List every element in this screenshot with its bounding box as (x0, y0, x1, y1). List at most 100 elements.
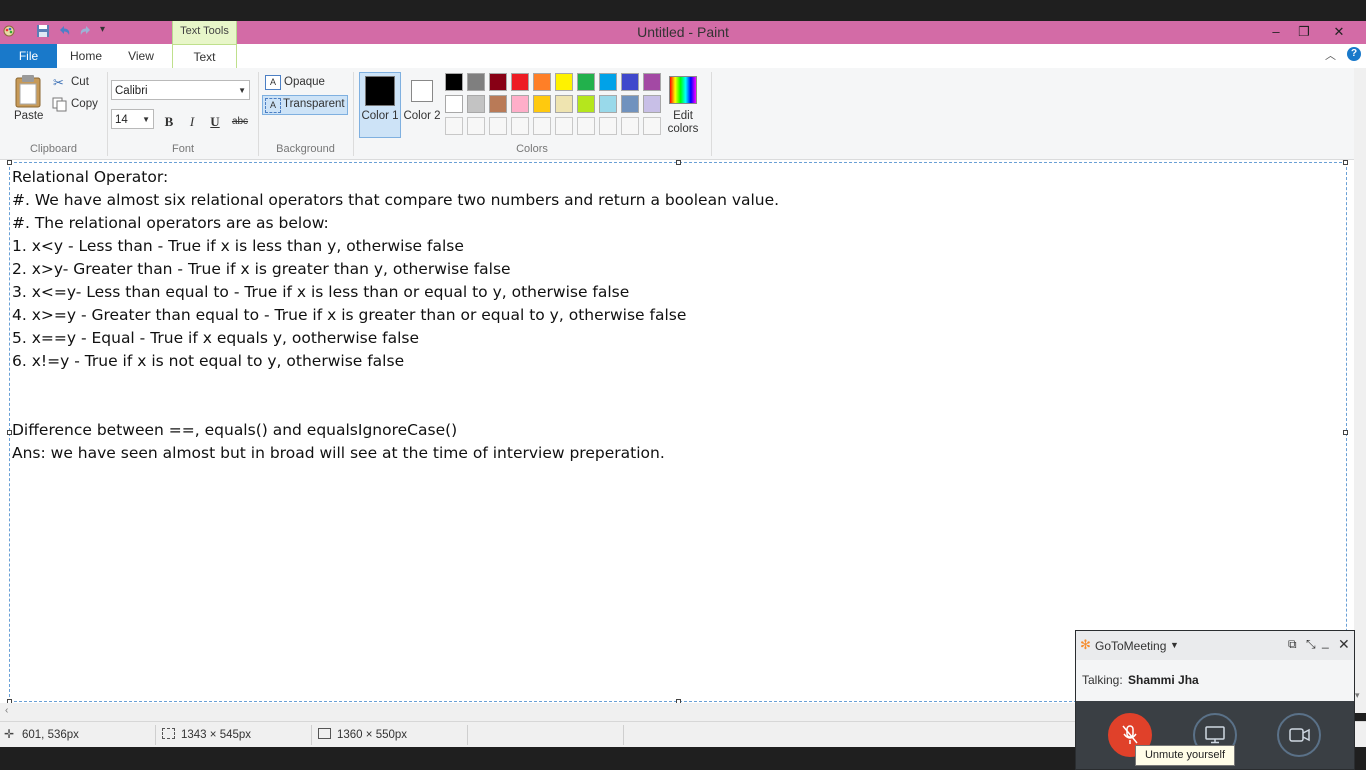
transparent-label: Transparent (283, 98, 345, 110)
close-icon[interactable]: ✕ (1325, 21, 1353, 44)
canvas-text-line[interactable]: #. The relational operators are as below… (12, 212, 779, 235)
palette-color-swatch[interactable] (467, 95, 485, 113)
custom-color-slot[interactable] (577, 117, 595, 135)
cut-icon[interactable]: ✂ (53, 75, 64, 91)
custom-color-slot[interactable] (445, 117, 463, 135)
scroll-left-icon[interactable]: ‹ (5, 705, 8, 716)
resize-handle[interactable] (1343, 160, 1348, 165)
bold-button[interactable]: B (160, 113, 178, 131)
canvas-text-line[interactable]: 2. x>y- Greater than - True if x is grea… (12, 258, 779, 281)
palette-color-swatch[interactable] (533, 73, 551, 91)
tab-file[interactable]: File (0, 44, 57, 68)
divider (711, 72, 712, 156)
paste-icon[interactable] (13, 74, 43, 108)
palette-color-swatch[interactable] (489, 95, 507, 113)
font-family-value: Calibri (115, 85, 148, 97)
canvas-text-line[interactable] (12, 373, 779, 396)
custom-color-slot[interactable] (489, 117, 507, 135)
popout-icon[interactable]: ⧉ (1288, 637, 1297, 652)
palette-color-swatch[interactable] (445, 95, 463, 113)
tab-text[interactable]: Text (172, 44, 237, 70)
resize-handle[interactable] (676, 160, 681, 165)
canvas-text-line[interactable]: Ans: we have seen almost but in broad wi… (12, 442, 779, 465)
talking-name: Shammi Jha (1128, 673, 1199, 687)
palette-color-swatch[interactable] (533, 95, 551, 113)
color2-label[interactable]: Color 2 (402, 110, 442, 123)
opaque-button[interactable]: Opaque (284, 76, 325, 88)
font-size-select[interactable]: 14 ▼ (111, 109, 154, 129)
shrink-icon[interactable]: ⤡ (1306, 637, 1316, 652)
help-icon[interactable]: ? (1347, 47, 1361, 61)
minimize-icon[interactable]: _ (1322, 635, 1329, 649)
palette-color-swatch[interactable] (555, 95, 573, 113)
palette-color-swatch[interactable] (577, 73, 595, 91)
palette-color-swatch[interactable] (511, 95, 529, 113)
cut-button[interactable]: Cut (71, 76, 89, 88)
font-size-value: 14 (115, 114, 128, 126)
gotomeeting-logo-icon: ✻ (1080, 637, 1091, 652)
canvas-text-line[interactable]: #. We have almost six relational operato… (12, 189, 779, 212)
divider (155, 725, 156, 745)
tab-view[interactable]: View (118, 44, 164, 68)
palette-color-swatch[interactable] (621, 95, 639, 113)
custom-color-slot[interactable] (511, 117, 529, 135)
paste-label[interactable]: Paste (14, 110, 43, 122)
talking-bar: Talking: Shammi Jha (1076, 660, 1354, 701)
custom-color-slot[interactable] (555, 117, 573, 135)
minimize-icon[interactable]: – (1262, 21, 1290, 44)
strikethrough-button[interactable]: abc (229, 113, 251, 131)
palette-color-swatch[interactable] (489, 73, 507, 91)
close-icon[interactable]: ✕ (1338, 636, 1350, 653)
selection-size: 1343 × 545px (181, 729, 252, 741)
canvas-text-line[interactable]: 6. x!=y - True if x is not equal to y, o… (12, 350, 779, 373)
font-group-label: Font (171, 143, 194, 155)
copy-icon[interactable] (52, 97, 67, 112)
palette-color-swatch[interactable] (621, 73, 639, 91)
opaque-icon: A (265, 75, 281, 90)
custom-color-slot[interactable] (643, 117, 661, 135)
palette-color-swatch[interactable] (577, 95, 595, 113)
custom-color-slot[interactable] (599, 117, 617, 135)
palette-color-swatch[interactable] (599, 73, 617, 91)
resize-handle[interactable] (7, 160, 12, 165)
cursor-position: 601, 536px (22, 729, 79, 741)
custom-color-slot[interactable] (533, 117, 551, 135)
palette-color-swatch[interactable] (445, 73, 463, 91)
color2-swatch[interactable] (411, 80, 433, 102)
gotomeeting-brand[interactable]: GoToMeeting (1095, 639, 1166, 653)
scroll-down-icon[interactable]: ▾ (1355, 690, 1360, 701)
palette-color-swatch[interactable] (599, 95, 617, 113)
canvas-text-line[interactable]: 4. x>=y - Greater than equal to - True i… (12, 304, 779, 327)
chevron-down-icon: ▼ (142, 115, 150, 124)
custom-color-slot[interactable] (467, 117, 485, 135)
camera-button[interactable] (1277, 713, 1321, 757)
edit-colors-button[interactable]: Edit colors (663, 110, 703, 136)
chevron-down-icon[interactable]: ▼ (1170, 640, 1179, 650)
copy-button[interactable]: Copy (71, 98, 98, 110)
custom-color-slot[interactable] (621, 117, 639, 135)
canvas-text[interactable]: Relational Operator: #. We have almost si… (12, 166, 779, 465)
palette-color-swatch[interactable] (511, 73, 529, 91)
ribbon: Paste ✂ Cut Copy Clipboard Calibri ▼ 14 ▼ … (0, 68, 1366, 160)
palette-color-swatch[interactable] (467, 73, 485, 91)
canvas-text-line[interactable]: 3. x<=y- Less than equal to - True if x … (12, 281, 779, 304)
edit-colors-icon[interactable] (669, 76, 697, 104)
italic-button[interactable]: I (183, 113, 201, 131)
collapse-ribbon-icon[interactable]: ︿ (1325, 47, 1336, 63)
canvas-text-line[interactable]: Difference between ==, equals() and equa… (12, 419, 779, 442)
palette-color-swatch[interactable] (643, 73, 661, 91)
palette-color-swatch[interactable] (643, 95, 661, 113)
restore-icon[interactable]: ❐ (1290, 21, 1318, 44)
canvas-text-line[interactable]: 1. x<y - Less than - True if x is less t… (12, 235, 779, 258)
palette-color-swatch[interactable] (555, 73, 573, 91)
underline-button[interactable]: U (206, 113, 224, 131)
divider (311, 725, 312, 745)
font-family-select[interactable]: Calibri ▼ (111, 80, 250, 100)
canvas-text-line[interactable]: Relational Operator: (12, 166, 779, 189)
tab-home[interactable]: Home (62, 44, 110, 68)
canvas-size: 1360 × 550px (337, 729, 408, 741)
canvas-text-line[interactable] (12, 396, 779, 419)
canvas-text-line[interactable]: 5. x==y - Equal - True if x equals y, oo… (12, 327, 779, 350)
resize-handle[interactable] (1343, 430, 1348, 435)
vertical-scrollbar[interactable] (1354, 68, 1366, 713)
